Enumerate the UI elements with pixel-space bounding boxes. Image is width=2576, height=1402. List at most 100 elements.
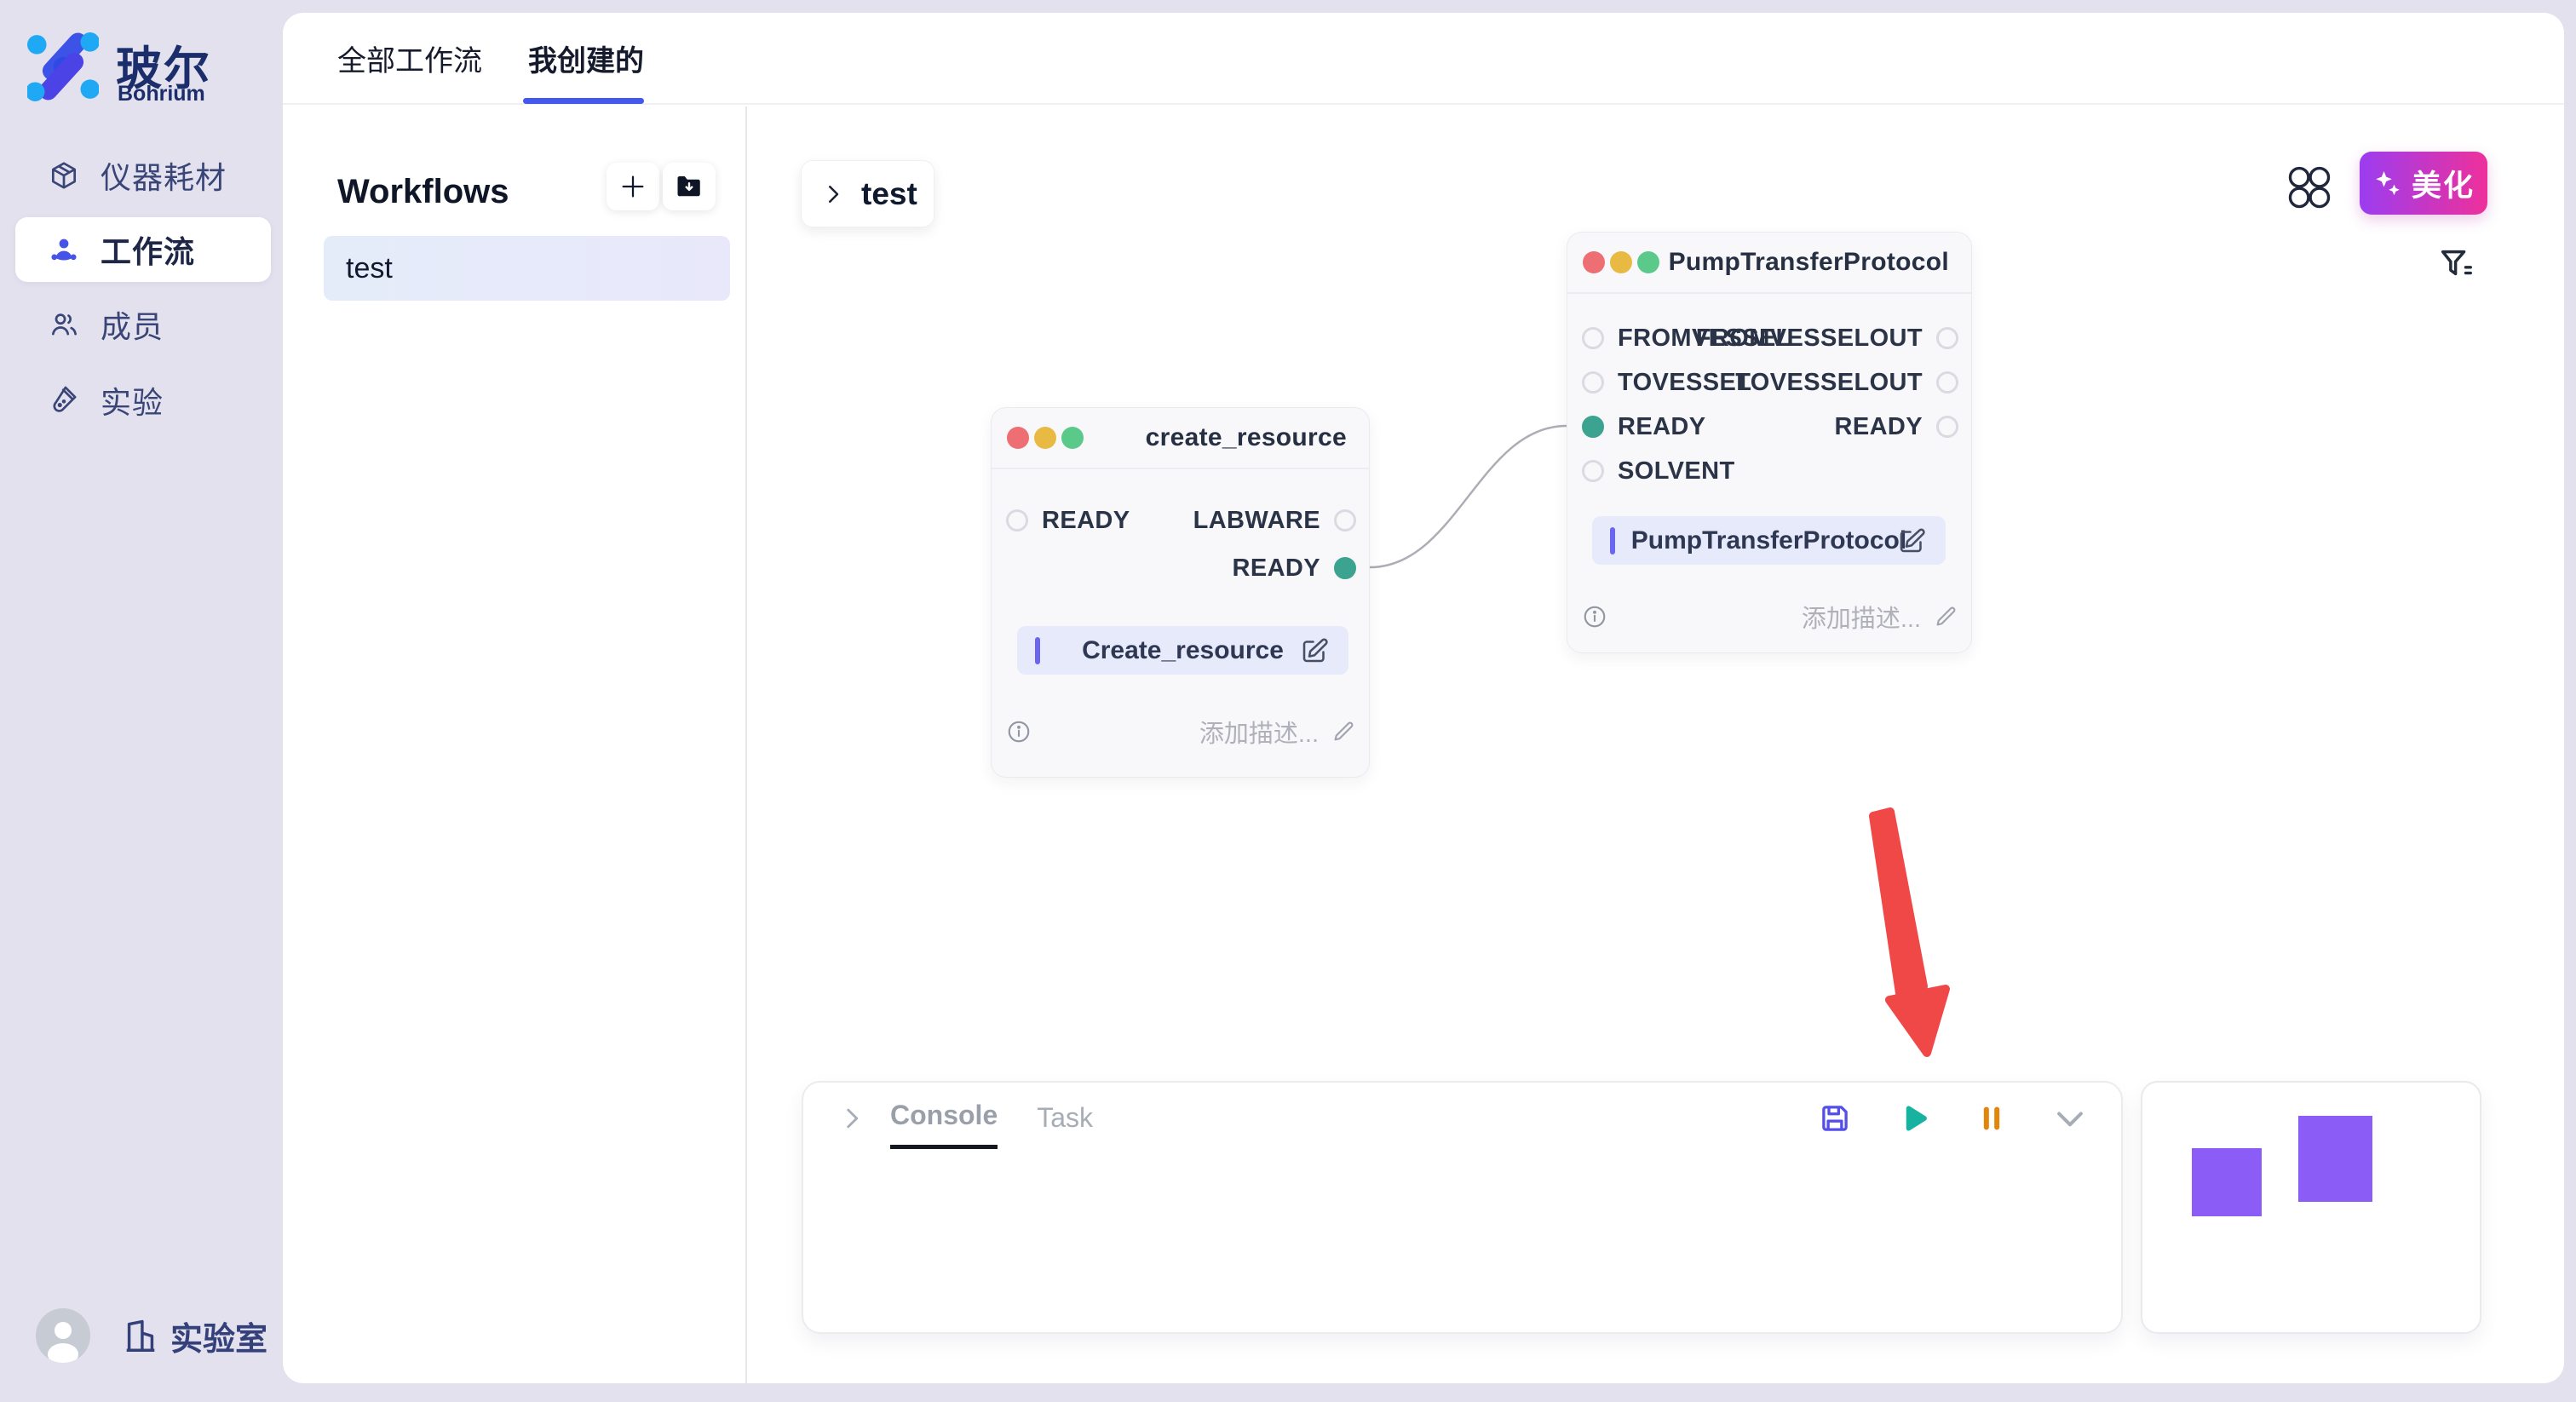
port-label: FROMVESSELOUT bbox=[1696, 325, 1923, 353]
node-create-resource[interactable]: create_resource READY LABWARE READY Crea… bbox=[991, 407, 1370, 778]
pill-label: PumpTransferProtocol bbox=[1592, 526, 1946, 555]
minimap-node bbox=[2192, 1148, 2262, 1216]
info-icon[interactable] bbox=[1006, 719, 1032, 744]
node-dot-yellow[interactable] bbox=[1610, 251, 1632, 273]
play-icon bbox=[1895, 1100, 1932, 1137]
input-port-ready[interactable]: READY bbox=[1006, 508, 1130, 533]
filter-icon bbox=[2436, 244, 2475, 284]
sidebar-item-experiments[interactable]: 实验 bbox=[0, 368, 283, 433]
node-dot-red[interactable] bbox=[1583, 251, 1605, 273]
node-footer: 添加描述... bbox=[1582, 602, 1958, 631]
beautify-button[interactable]: 美化 bbox=[2360, 152, 2487, 215]
port-circle[interactable] bbox=[1582, 327, 1604, 349]
port-label: LABWARE bbox=[1193, 507, 1320, 535]
collapse-panel-button[interactable] bbox=[2051, 1100, 2089, 1137]
console-actions bbox=[1816, 1100, 2089, 1137]
add-workflow-button[interactable] bbox=[607, 163, 659, 210]
port-label: TOVESSEL bbox=[1618, 369, 1751, 397]
port-label: TOVESSELOUT bbox=[1735, 369, 1923, 397]
port-circle[interactable] bbox=[1582, 371, 1604, 394]
node-dot-red[interactable] bbox=[1007, 427, 1029, 449]
node-dot-yellow[interactable] bbox=[1034, 427, 1056, 449]
node-action-pill[interactable]: Create_resource bbox=[1017, 626, 1348, 675]
node-pump-transfer-protocol[interactable]: PumpTransferProtocol FROMVESSEL TOVESSEL… bbox=[1567, 232, 1972, 653]
run-button[interactable] bbox=[1895, 1100, 1932, 1137]
pencil-icon[interactable] bbox=[1331, 719, 1356, 744]
port-circle[interactable] bbox=[1582, 460, 1604, 482]
canvas-minimap[interactable] bbox=[2141, 1081, 2481, 1334]
output-port-tovesselout[interactable]: TOVESSELOUT bbox=[1735, 370, 1958, 395]
sidebar-item-workflow[interactable]: 工作流 bbox=[15, 217, 271, 282]
pill-accent-bar bbox=[1610, 527, 1615, 554]
chevron-right-icon[interactable] bbox=[837, 1104, 866, 1133]
port-circle[interactable] bbox=[1006, 509, 1028, 531]
plus-icon bbox=[618, 172, 647, 201]
sidebar-item-label: 仪器耗材 bbox=[101, 153, 227, 198]
tab-all-workflows[interactable]: 全部工作流 bbox=[337, 13, 482, 103]
tab-created-by-me[interactable]: 我创建的 bbox=[528, 13, 644, 103]
avatar-person-icon bbox=[36, 1308, 90, 1363]
breadcrumb-card[interactable]: test bbox=[801, 160, 934, 227]
node-dot-green[interactable] bbox=[1061, 427, 1084, 449]
port-label: READY bbox=[1042, 507, 1130, 535]
node-action-pill[interactable]: PumpTransferProtocol bbox=[1592, 516, 1946, 565]
user-avatar[interactable] bbox=[36, 1308, 90, 1363]
port-circle-connected[interactable] bbox=[1334, 557, 1356, 579]
brand-name-en: Bohrium bbox=[118, 82, 205, 106]
input-port-solvent[interactable]: SOLVENT bbox=[1582, 458, 1735, 484]
node-header: create_resource bbox=[992, 408, 1369, 469]
workflow-item-name: test bbox=[346, 252, 393, 285]
port-label: READY bbox=[1232, 554, 1320, 583]
port-circle[interactable] bbox=[1936, 327, 1958, 349]
sidebar-item-label: 工作流 bbox=[101, 227, 195, 272]
edit-icon[interactable] bbox=[1896, 526, 1927, 556]
pause-button[interactable] bbox=[1973, 1100, 2010, 1137]
port-circle[interactable] bbox=[1334, 509, 1356, 531]
filter-button[interactable] bbox=[2436, 244, 2475, 284]
port-circle-connected[interactable] bbox=[1582, 416, 1604, 438]
breadcrumb-workflow-name: test bbox=[861, 176, 917, 212]
port-label: READY bbox=[1834, 413, 1923, 441]
workflow-person-icon bbox=[48, 233, 80, 266]
output-port-labware[interactable]: LABWARE bbox=[1193, 508, 1356, 533]
clover-icon bbox=[2286, 164, 2332, 210]
edit-icon[interactable] bbox=[1299, 635, 1330, 666]
info-icon[interactable] bbox=[1582, 604, 1607, 629]
workflow-list-item-test[interactable]: test bbox=[324, 236, 730, 301]
port-circle[interactable] bbox=[1936, 416, 1958, 438]
pencil-icon[interactable] bbox=[1933, 604, 1958, 629]
console-tab-task[interactable]: Task bbox=[1037, 1090, 1093, 1147]
sidebar-item-label: 实验 bbox=[101, 378, 164, 422]
lab-switcher[interactable]: 实验室 bbox=[121, 1313, 267, 1358]
sidebar-item-label: 成员 bbox=[101, 302, 164, 347]
sparkles-icon bbox=[2372, 168, 2403, 198]
node-title: create_resource bbox=[1146, 423, 1347, 452]
add-description-placeholder[interactable]: 添加描述... bbox=[1199, 714, 1319, 750]
active-tab-underline bbox=[523, 98, 644, 104]
input-port-tovessel[interactable]: TOVESSEL bbox=[1582, 370, 1751, 395]
beautify-label: 美化 bbox=[2412, 162, 2475, 205]
pill-accent-bar bbox=[1035, 637, 1040, 664]
port-circle[interactable] bbox=[1936, 371, 1958, 394]
people-icon bbox=[48, 308, 80, 341]
input-port-ready[interactable]: READY bbox=[1582, 414, 1706, 440]
bohrium-logo-icon bbox=[27, 31, 99, 102]
import-workflow-button[interactable] bbox=[663, 163, 716, 210]
save-button[interactable] bbox=[1816, 1100, 1854, 1137]
sidebar-item-instruments[interactable]: 仪器耗材 bbox=[0, 143, 283, 208]
box-icon bbox=[48, 159, 80, 192]
output-port-ready[interactable]: READY bbox=[1834, 414, 1958, 440]
node-title: PumpTransferProtocol bbox=[1669, 248, 1949, 277]
add-description-placeholder[interactable]: 添加描述... bbox=[1802, 599, 1921, 635]
layout-apps-button[interactable] bbox=[2286, 164, 2332, 210]
save-icon bbox=[1817, 1100, 1853, 1136]
console-tab-console[interactable]: Console bbox=[890, 1088, 998, 1149]
sidebar-item-members[interactable]: 成员 bbox=[0, 292, 283, 357]
brand-logo: 玻尔 Bohrium bbox=[27, 29, 266, 107]
pause-icon bbox=[1975, 1101, 2009, 1135]
minimap-node bbox=[2298, 1116, 2372, 1202]
node-dot-green[interactable] bbox=[1637, 251, 1659, 273]
output-port-fromvesselout[interactable]: FROMVESSELOUT bbox=[1696, 325, 1958, 351]
output-port-ready[interactable]: READY bbox=[1232, 555, 1356, 581]
chevron-down-icon bbox=[2051, 1100, 2089, 1137]
